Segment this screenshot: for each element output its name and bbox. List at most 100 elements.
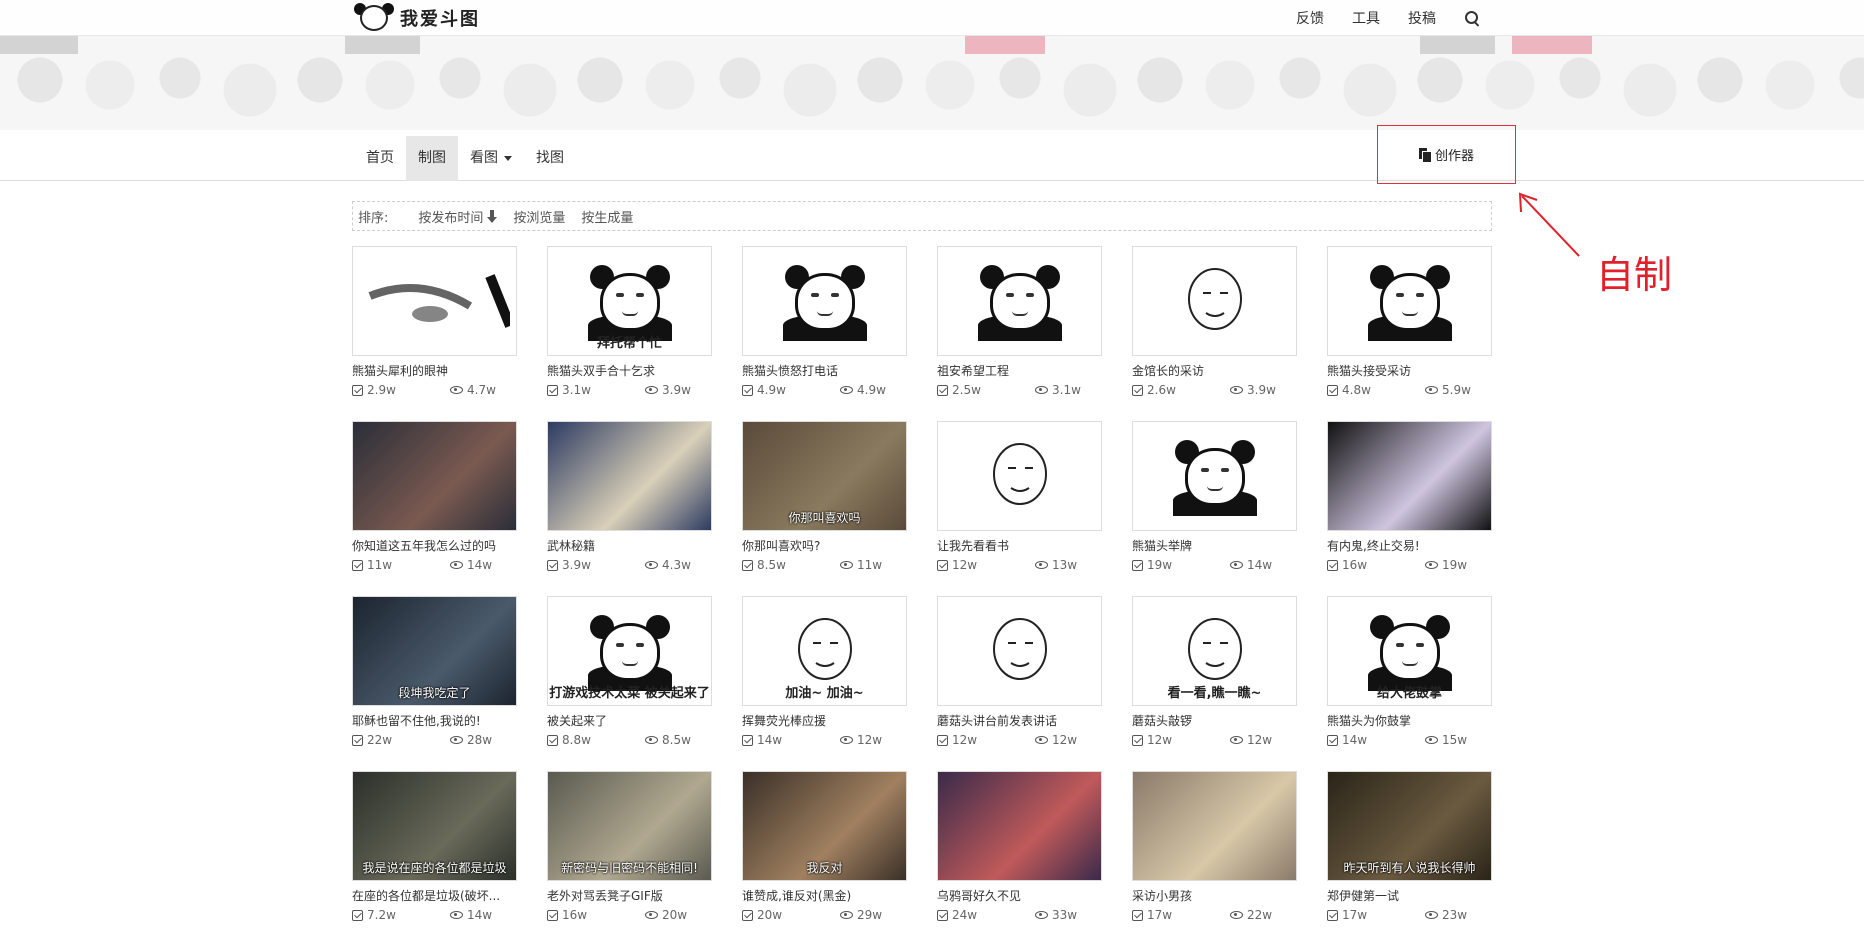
meme-title[interactable]: 熊猫头双手合十乞求 <box>547 363 712 379</box>
meme-card[interactable]: 新密码与旧密码不能相同! 老外对骂丢凳子GIF版 16w 20w <box>547 771 712 936</box>
made-count-value: 2.5w <box>952 383 981 397</box>
meme-thumbnail[interactable]: 你那叫喜欢吗 <box>742 421 907 531</box>
meme-card[interactable]: 熊猫头接受采访 4.8w 5.9w <box>1327 246 1492 421</box>
tab-browse-dropdown[interactable]: 看图 <box>458 136 524 181</box>
meme-card[interactable]: 让我先看看书 12w 13w <box>937 421 1102 596</box>
check-square-icon <box>547 909 558 921</box>
made-count: 16w <box>1327 557 1425 573</box>
meme-card[interactable]: 昨天听到有人说我长得帅 郑伊健第一试 17w 23w <box>1327 771 1492 936</box>
sort-by-time[interactable]: 按发布时间 <box>418 207 498 226</box>
meme-title[interactable]: 熊猫头举牌 <box>1132 538 1297 554</box>
meme-title[interactable]: 金馆长的采访 <box>1132 363 1297 379</box>
eye-icon <box>645 561 658 569</box>
sort-by-generated[interactable]: 按生成量 <box>581 207 633 226</box>
meme-card[interactable]: 金馆长的采访 2.6w 3.9w <box>1132 246 1297 421</box>
meme-card[interactable]: 段坤我吃定了 耶稣也留不住他,我说的! 22w 28w <box>352 596 517 771</box>
meme-title[interactable]: 让我先看看书 <box>937 538 1102 554</box>
meme-thumbnail[interactable]: 拜托帮个忙 <box>547 246 712 356</box>
meme-card[interactable]: 有内鬼,终止交易! 16w 19w <box>1327 421 1492 596</box>
meme-card[interactable]: 熊猫头举牌 19w 14w <box>1132 421 1297 596</box>
blurred-eyes-icon <box>368 274 510 328</box>
meme-title[interactable]: 乌鸦哥好久不见 <box>937 888 1102 904</box>
meme-card[interactable]: 乌鸦哥好久不见 24w 33w <box>937 771 1102 936</box>
meme-card[interactable]: 拜托帮个忙 熊猫头双手合十乞求 3.1w 3.9w <box>547 246 712 421</box>
meme-card[interactable]: 熊猫头犀利的眼神 2.9w 4.7w <box>352 246 517 421</box>
meme-title[interactable]: 熊猫头犀利的眼神 <box>352 363 517 379</box>
meme-card[interactable]: 熊猫头愤怒打电话 4.9w 4.9w <box>742 246 907 421</box>
view-count-value: 13w <box>1052 558 1078 572</box>
meme-title[interactable]: 祖安希望工程 <box>937 363 1102 379</box>
meme-title[interactable]: 武林秘籍 <box>547 538 712 554</box>
meme-title[interactable]: 耶稣也留不住他,我说的! <box>352 713 517 729</box>
meme-thumbnail[interactable] <box>937 596 1102 706</box>
meme-title[interactable]: 郑伊健第一试 <box>1327 888 1492 904</box>
meme-title[interactable]: 在座的各位都是垃圾(破坏... <box>352 888 517 904</box>
creator-button-label: 创作器 <box>1434 149 1474 164</box>
meme-thumbnail[interactable] <box>352 421 517 531</box>
meme-thumbnail[interactable]: 昨天听到有人说我长得帅 <box>1327 771 1492 881</box>
meme-title[interactable]: 挥舞荧光棒应援 <box>742 713 907 729</box>
meme-stats: 12w 12w <box>1132 732 1297 748</box>
check-square-icon <box>1327 559 1338 571</box>
meme-thumbnail[interactable]: 加油~ 加油~ <box>742 596 907 706</box>
meme-title[interactable]: 你那叫喜欢吗? <box>742 538 907 554</box>
meme-thumbnail[interactable] <box>1327 421 1492 531</box>
view-count: 15w <box>1425 732 1467 748</box>
meme-title[interactable]: 老外对骂丢凳子GIF版 <box>547 888 712 904</box>
meme-thumbnail[interactable]: 我是说在座的各位都是垃圾 <box>352 771 517 881</box>
meme-thumbnail[interactable]: 新密码与旧密码不能相同! <box>547 771 712 881</box>
meme-thumbnail[interactable] <box>352 246 517 356</box>
meme-title[interactable]: 蘑菇头讲台前发表讲话 <box>937 713 1102 729</box>
made-count: 16w <box>547 907 645 923</box>
meme-title[interactable]: 采访小男孩 <box>1132 888 1297 904</box>
meme-title[interactable]: 熊猫头愤怒打电话 <box>742 363 907 379</box>
meme-card[interactable]: 蘑菇头讲台前发表讲话 12w 12w <box>937 596 1102 771</box>
meme-thumbnail[interactable]: 打游戏技术太菜 被关起来了 <box>547 596 712 706</box>
meme-thumbnail[interactable]: 段坤我吃定了 <box>352 596 517 706</box>
meme-thumbnail[interactable]: 给大佬鼓掌 <box>1327 596 1492 706</box>
sort-by-views[interactable]: 按浏览量 <box>513 207 565 226</box>
tab-home[interactable]: 首页 <box>354 136 406 181</box>
meme-thumbnail[interactable] <box>1132 246 1297 356</box>
meme-card[interactable]: 我是说在座的各位都是垃圾 在座的各位都是垃圾(破坏... 7.2w 14w <box>352 771 517 936</box>
tab-find[interactable]: 找图 <box>524 136 576 181</box>
photo-still <box>548 422 711 530</box>
meme-card[interactable]: 采访小男孩 17w 22w <box>1132 771 1297 936</box>
meme-thumbnail[interactable] <box>547 421 712 531</box>
tab-make[interactable]: 制图 <box>406 136 458 181</box>
meme-thumbnail[interactable] <box>937 771 1102 881</box>
meme-thumbnail[interactable] <box>1132 771 1297 881</box>
panda-face-icon <box>1364 263 1456 341</box>
search-icon[interactable] <box>1464 10 1480 26</box>
nav-feedback-link[interactable]: 反馈 <box>1296 8 1324 28</box>
meme-thumbnail[interactable]: 我反对 <box>742 771 907 881</box>
meme-card[interactable]: 我反对 谁赞成,谁反对(黑金) 20w 29w <box>742 771 907 936</box>
site-logo[interactable]: 我爱斗图 <box>352 0 480 36</box>
meme-thumbnail[interactable] <box>1327 246 1492 356</box>
meme-title[interactable]: 有内鬼,终止交易! <box>1327 538 1492 554</box>
meme-thumbnail[interactable] <box>1132 421 1297 531</box>
meme-title[interactable]: 被关起来了 <box>547 713 712 729</box>
meme-card[interactable]: 看一看,瞧一瞧~ 蘑菇头敲锣 12w 12w <box>1132 596 1297 771</box>
meme-card[interactable]: 你知道这五年我怎么过的吗 11w 14w <box>352 421 517 596</box>
creator-button[interactable]: 创作器 <box>1377 125 1516 184</box>
meme-card[interactable]: 祖安希望工程 2.5w 3.1w <box>937 246 1102 421</box>
view-count: 4.3w <box>645 557 691 573</box>
meme-title[interactable]: 熊猫头为你鼓掌 <box>1327 713 1492 729</box>
meme-caption: 加油~ 加油~ <box>785 686 864 701</box>
meme-title[interactable]: 蘑菇头敲锣 <box>1132 713 1297 729</box>
meme-card[interactable]: 你那叫喜欢吗 你那叫喜欢吗? 8.5w 11w <box>742 421 907 596</box>
meme-card[interactable]: 打游戏技术太菜 被关起来了 被关起来了 8.8w 8.5w <box>547 596 712 771</box>
meme-card[interactable]: 给大佬鼓掌 熊猫头为你鼓掌 14w 15w <box>1327 596 1492 771</box>
meme-thumbnail[interactable]: 看一看,瞧一瞧~ <box>1132 596 1297 706</box>
meme-card[interactable]: 武林秘籍 3.9w 4.3w <box>547 421 712 596</box>
meme-title[interactable]: 熊猫头接受采访 <box>1327 363 1492 379</box>
meme-title[interactable]: 你知道这五年我怎么过的吗 <box>352 538 517 554</box>
nav-submit-link[interactable]: 投稿 <box>1408 8 1436 28</box>
meme-thumbnail[interactable] <box>937 421 1102 531</box>
meme-card[interactable]: 加油~ 加油~ 挥舞荧光棒应援 14w 12w <box>742 596 907 771</box>
meme-thumbnail[interactable] <box>937 246 1102 356</box>
meme-title[interactable]: 谁赞成,谁反对(黑金) <box>742 888 907 904</box>
nav-tools-link[interactable]: 工具 <box>1352 8 1380 28</box>
meme-thumbnail[interactable] <box>742 246 907 356</box>
